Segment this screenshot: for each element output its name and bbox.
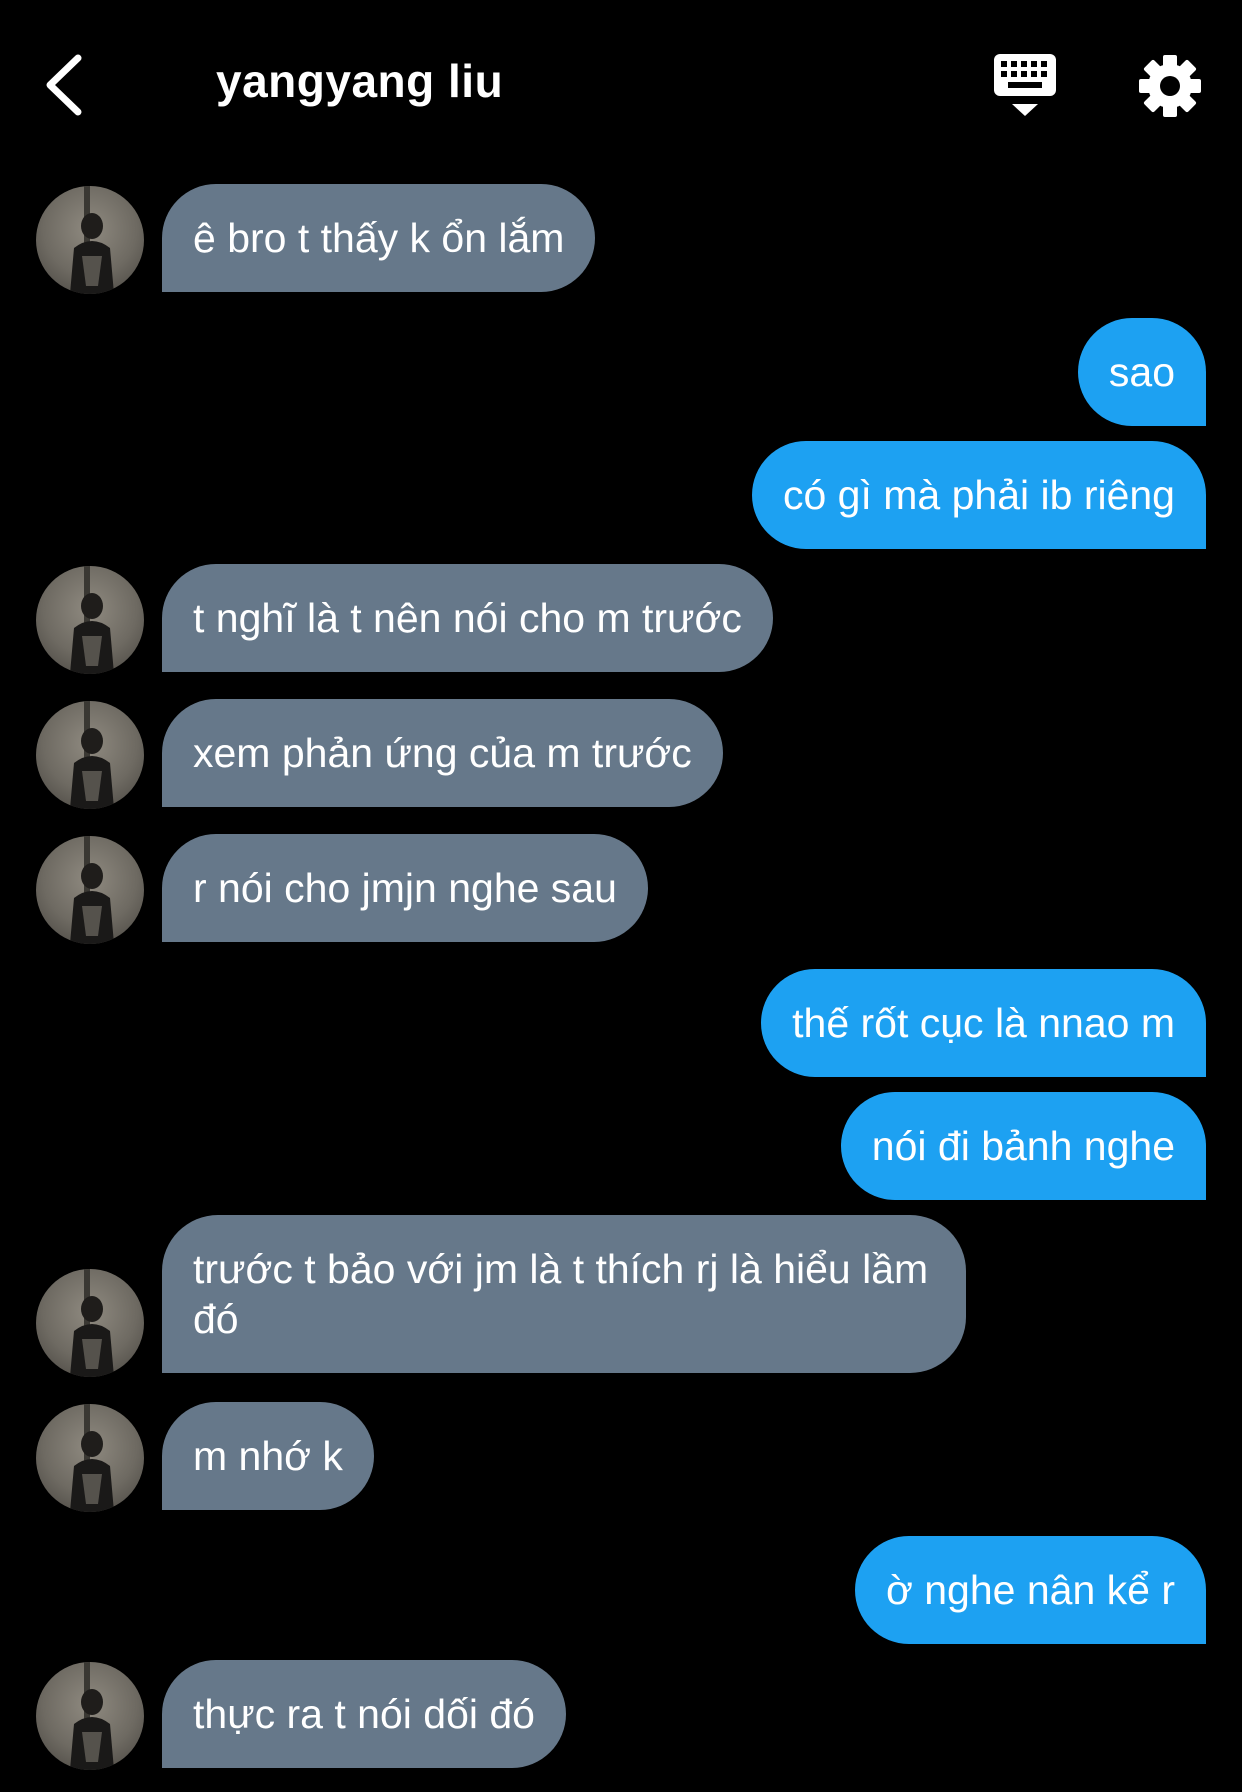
avatar[interactable]: [36, 1662, 144, 1770]
incoming-message: ê bro t thấy k ổn lắm: [162, 184, 596, 292]
avatar[interactable]: [36, 1404, 144, 1512]
chat-header: yangyang liu: [0, 0, 1242, 170]
outgoing-message: có gì mà phải ib riêng: [751, 441, 1206, 549]
gear-icon: [1139, 55, 1201, 117]
incoming-message: xem phản ứng của m trước: [162, 699, 723, 807]
settings-button[interactable]: [1138, 54, 1202, 118]
avatar[interactable]: [36, 566, 144, 674]
incoming-message: t nghĩ là t nên nói cho m trước: [162, 564, 773, 672]
avatar[interactable]: [36, 186, 144, 294]
incoming-message: m nhớ k: [162, 1402, 374, 1510]
chevron-left-icon: [46, 54, 82, 116]
outgoing-message: sao: [1077, 318, 1206, 426]
keyboard-button[interactable]: [990, 52, 1062, 122]
back-button[interactable]: [40, 50, 100, 120]
incoming-message: r nói cho jmjn nghe sau: [162, 834, 648, 942]
incoming-message: thực ra t nói dối đó: [162, 1660, 566, 1768]
keyboard-icon: [994, 54, 1056, 116]
avatar[interactable]: [36, 836, 144, 944]
incoming-message: trước t bảo với jm là t thích rj là hiểu…: [162, 1215, 966, 1373]
outgoing-message: ờ nghe nân kể r: [854, 1536, 1206, 1644]
outgoing-message: thế rốt cục là nnao m: [761, 969, 1206, 1077]
outgoing-message: nói đi bảnh nghe: [840, 1092, 1206, 1200]
avatar[interactable]: [36, 1269, 144, 1377]
avatar[interactable]: [36, 701, 144, 809]
chat-title: yangyang liu: [216, 55, 504, 107]
